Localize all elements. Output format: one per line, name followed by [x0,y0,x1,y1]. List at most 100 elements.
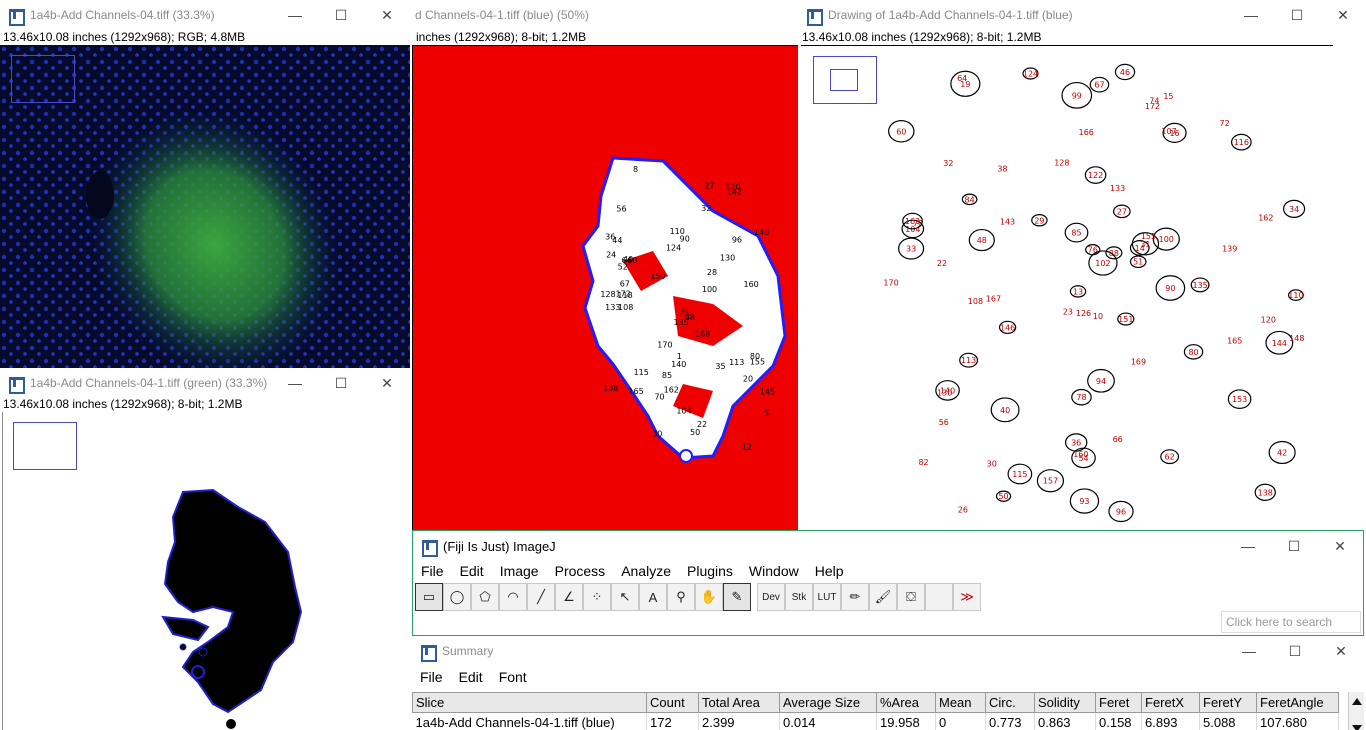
dropper-tool-icon[interactable]: ✎ [723,583,751,611]
rgb-image-canvas[interactable] [0,45,410,368]
cell-outline: 84 [961,193,978,206]
angle-tool-icon[interactable]: ∠ [555,583,583,611]
rectangle-tool-icon[interactable]: ▭ [415,583,443,611]
summary-scrollbar[interactable] [1348,692,1364,730]
cell-label: 93 [1079,497,1089,506]
menu-window[interactable]: Window [741,563,807,579]
column-header[interactable]: Mean [935,692,986,713]
column-header[interactable]: FeretAngle [1256,692,1339,713]
column-header[interactable]: %Area [876,692,936,713]
search-field[interactable]: Click here to search [1221,611,1361,633]
imagej-titlebar[interactable]: (Fiji Is Just) ImageJ — ☐ ✕ [413,531,1363,561]
column-header[interactable]: FeretX [1141,692,1200,713]
polygon-tool-icon[interactable]: ⬠ [471,583,499,611]
menu-edit[interactable]: Edit [452,563,492,579]
rgb-image-window[interactable]: 1a4b-Add Channels-04.tiff (33.3%) — ☐ ✕ … [0,0,410,368]
more-tools-icon[interactable]: ≫ [953,583,981,611]
navigator-view-rect [830,69,858,91]
minimize-button[interactable]: — [1225,531,1271,561]
freehand-tool-icon[interactable]: ◠ [499,583,527,611]
empty-tool-slot[interactable] [925,583,953,611]
oval-tool-icon[interactable]: ◯ [443,583,471,611]
maximize-button[interactable]: ☐ [1271,531,1317,561]
cell-label: 60 [896,127,906,136]
hand-tool-icon[interactable]: ✋ [695,583,723,611]
menu-edit[interactable]: Edit [451,669,491,685]
cell-outline: 62 [1160,449,1180,465]
cell-label: 56 [939,418,949,427]
drawing-window[interactable]: Drawing of 1a4b-Add Channels-04-1.tiff (… [798,0,1366,530]
stk-tool-icon[interactable]: Stk [785,583,813,611]
maximize-button[interactable]: ☐ [318,368,364,398]
menu-plugins[interactable]: Plugins [679,563,741,579]
minimize-button[interactable]: — [272,0,318,30]
drawing-window-titlebar[interactable]: Drawing of 1a4b-Add Channels-04-1.tiff (… [798,0,1366,30]
maximize-button[interactable]: ☐ [1272,636,1318,666]
green-image-canvas[interactable] [2,412,408,730]
minimize-button[interactable]: — [1228,0,1274,30]
lut-tool-icon[interactable]: LUT [813,583,841,611]
magnifier-tool-icon[interactable]: ⚲ [667,583,695,611]
flood-fill-tool-icon[interactable]: ⛋ [897,583,925,611]
multipoint-tool-icon[interactable]: ⁘ [583,583,611,611]
close-button[interactable]: ✕ [364,368,410,398]
menu-file[interactable]: File [413,563,452,579]
column-header[interactable]: Count [646,692,699,713]
column-header[interactable]: FeretY [1199,692,1257,713]
blob-label: 165 [628,387,643,396]
cell-outline: 172 [1145,102,1160,111]
menu-process[interactable]: Process [547,563,614,579]
column-header[interactable]: Average Size [779,692,877,713]
menu-help[interactable]: Help [807,563,852,579]
blue-image-window[interactable]: d Channels-04-1.tiff (blue) (50%) inches… [412,0,798,530]
summary-titlebar[interactable]: Summary — ☐ ✕ [412,636,1364,666]
table-cell: 1a4b-Add Channels-04-1.tiff (blue) [412,712,647,730]
menu-image[interactable]: Image [492,563,547,579]
menu-font[interactable]: Font [491,669,535,685]
cell-outline: 56 [939,418,949,427]
brush-tool-icon[interactable]: 🖌 [869,583,897,611]
image-info: 13.46x10.08 inches (1292x968); 8-bit; 1.… [3,397,243,411]
pencil-tool-icon[interactable]: ✏ [841,583,869,611]
scroll-up-icon[interactable] [1352,698,1362,705]
maximize-button[interactable]: ☐ [318,0,364,30]
cell-label: 160 [1073,450,1088,459]
minimize-button[interactable]: — [272,368,318,398]
close-button[interactable]: ✕ [1318,636,1364,666]
table-row[interactable]: 1a4b-Add Channels-04-1.tiff (blue) 172 2… [412,712,1339,730]
maximize-button[interactable]: ☐ [1274,0,1320,30]
blob-label: 5 [764,409,769,418]
cell-label: 62 [1165,453,1175,462]
cell-outline: 38 [997,165,1007,174]
minimize-button[interactable]: — [1226,636,1272,666]
green-image-window[interactable]: 1a4b-Add Channels-04-1.tiff (green) (33.… [0,368,410,730]
close-button[interactable]: ✕ [1320,0,1366,30]
cell-label: 124 [1023,70,1038,79]
close-button[interactable]: ✕ [364,0,410,30]
blue-window-titlebar[interactable]: d Channels-04-1.tiff (blue) (50%) [412,0,798,30]
drawing-canvas[interactable]: 10 13 14 15 16 19 22 23 26 27 29 30 31 32 33 34 36 38 40 42… [801,45,1333,530]
line-tool-icon[interactable]: ╱ [527,583,555,611]
blue-image-canvas[interactable]: 1 5 8 12 20 22 24 27 28 30 32 35 36 40 44 48 50 52 56 60 64 6… [412,45,798,530]
wand-tool-icon[interactable]: ↖ [611,583,639,611]
column-header[interactable]: Slice [412,692,647,713]
menu-analyze[interactable]: Analyze [613,563,679,579]
scroll-down-icon[interactable] [1352,725,1362,730]
column-header[interactable]: Feret [1095,692,1142,713]
table-cell: 0 [935,712,986,730]
imagej-main-window[interactable]: (Fiji Is Just) ImageJ — ☐ ✕ File Edit Im… [412,530,1364,636]
text-tool-icon[interactable]: A [639,583,667,611]
column-header[interactable]: Circ. [985,692,1035,713]
column-header[interactable]: Solidity [1034,692,1096,713]
dev-tool-icon[interactable]: Dev [757,583,785,611]
close-button[interactable]: ✕ [1317,531,1363,561]
menu-file[interactable]: File [412,669,451,685]
rgb-window-titlebar[interactable]: 1a4b-Add Channels-04.tiff (33.3%) — ☐ ✕ [0,0,410,30]
green-window-titlebar[interactable]: 1a4b-Add Channels-04-1.tiff (green) (33.… [0,368,410,398]
cell-label: 51 [1133,258,1143,267]
cell-label: 138 [1258,488,1273,497]
column-header[interactable]: Total Area [698,692,780,713]
blob-label: 133 [605,303,620,312]
summary-window[interactable]: Summary — ☐ ✕ File Edit Font Slice Count… [412,636,1364,730]
blob-label: 168 [695,329,710,338]
